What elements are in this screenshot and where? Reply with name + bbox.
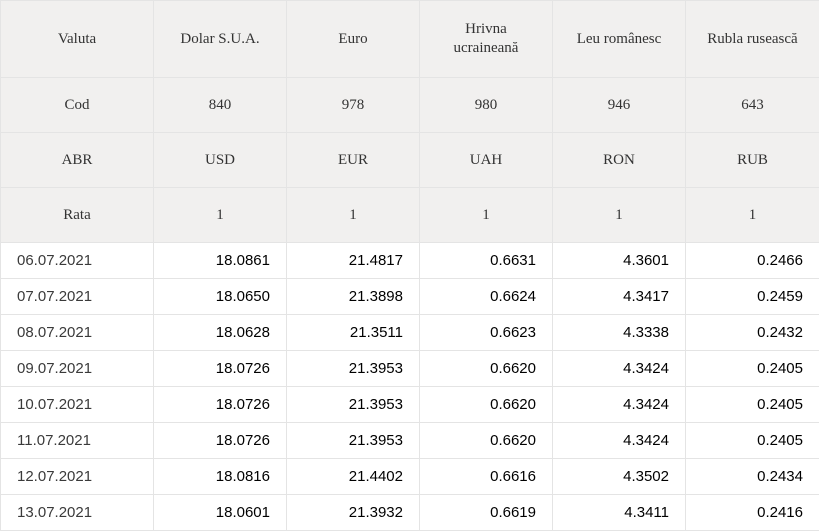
currency-name-usd: Dolar S.U.A. [154, 1, 287, 78]
rate-rub: 0.2434 [686, 459, 819, 495]
row-date: 11.07.2021 [1, 423, 154, 459]
rate-usd: 18.0726 [154, 387, 287, 423]
header-row-rate-units: Rata 1 1 1 1 1 [1, 188, 819, 243]
table-row: 07.07.2021 18.0650 21.3898 0.6624 4.3417… [1, 279, 819, 315]
rate-uah: 0.6619 [420, 495, 553, 531]
currency-abr-rub: RUB [686, 133, 819, 188]
table-row: 13.07.2021 18.0601 21.3932 0.6619 4.3411… [1, 495, 819, 531]
currency-code-usd: 840 [154, 78, 287, 133]
rate-rub: 0.2466 [686, 243, 819, 279]
exchange-rates-table: Valuta Dolar S.U.A. Euro Hrivna ucrainea… [0, 0, 819, 531]
row-date: 10.07.2021 [1, 387, 154, 423]
header-label-abr: ABR [1, 133, 154, 188]
rate-ron: 4.3338 [553, 315, 686, 351]
currency-name-rub: Rubla rusească [686, 1, 819, 78]
currency-name-ron: Leu românesc [553, 1, 686, 78]
rate-unit-rub: 1 [686, 188, 819, 243]
rate-usd: 18.0726 [154, 423, 287, 459]
rate-uah: 0.6616 [420, 459, 553, 495]
currency-abr-usd: USD [154, 133, 287, 188]
currency-code-uah: 980 [420, 78, 553, 133]
currency-code-ron: 946 [553, 78, 686, 133]
rate-ron: 4.3424 [553, 387, 686, 423]
rate-eur: 21.3953 [287, 423, 420, 459]
rate-ron: 4.3502 [553, 459, 686, 495]
rate-eur: 21.3953 [287, 387, 420, 423]
rate-rub: 0.2432 [686, 315, 819, 351]
header-row-codes: Cod 840 978 980 946 643 [1, 78, 819, 133]
rate-rub: 0.2405 [686, 423, 819, 459]
row-date: 13.07.2021 [1, 495, 154, 531]
rate-ron: 4.3424 [553, 423, 686, 459]
row-date: 08.07.2021 [1, 315, 154, 351]
table-row: 11.07.2021 18.0726 21.3953 0.6620 4.3424… [1, 423, 819, 459]
row-date: 09.07.2021 [1, 351, 154, 387]
rate-eur: 21.3898 [287, 279, 420, 315]
table-row: 10.07.2021 18.0726 21.3953 0.6620 4.3424… [1, 387, 819, 423]
currency-abr-uah: UAH [420, 133, 553, 188]
rate-usd: 18.0861 [154, 243, 287, 279]
currency-code-eur: 978 [287, 78, 420, 133]
rate-unit-uah: 1 [420, 188, 553, 243]
rate-eur: 21.3953 [287, 351, 420, 387]
header-row-abbreviations: ABR USD EUR UAH RON RUB [1, 133, 819, 188]
rate-eur: 21.4402 [287, 459, 420, 495]
rate-uah: 0.6620 [420, 387, 553, 423]
table-row: 12.07.2021 18.0816 21.4402 0.6616 4.3502… [1, 459, 819, 495]
rate-eur: 21.4817 [287, 243, 420, 279]
rate-eur: 21.3511 [287, 315, 420, 351]
currency-code-rub: 643 [686, 78, 819, 133]
rate-rub: 0.2405 [686, 351, 819, 387]
currency-name-eur: Euro [287, 1, 420, 78]
rate-rub: 0.2405 [686, 387, 819, 423]
rate-ron: 4.3601 [553, 243, 686, 279]
header-label-valuta: Valuta [1, 1, 154, 78]
rate-usd: 18.0726 [154, 351, 287, 387]
table-row: 06.07.2021 18.0861 21.4817 0.6631 4.3601… [1, 243, 819, 279]
rate-usd: 18.0628 [154, 315, 287, 351]
rate-usd: 18.0816 [154, 459, 287, 495]
rate-uah: 0.6620 [420, 423, 553, 459]
currency-abr-ron: RON [553, 133, 686, 188]
currency-abr-eur: EUR [287, 133, 420, 188]
header-label-cod: Cod [1, 78, 154, 133]
rate-unit-eur: 1 [287, 188, 420, 243]
rate-ron: 4.3411 [553, 495, 686, 531]
rate-rub: 0.2416 [686, 495, 819, 531]
table-row: 09.07.2021 18.0726 21.3953 0.6620 4.3424… [1, 351, 819, 387]
header-row-currency-names: Valuta Dolar S.U.A. Euro Hrivna ucrainea… [1, 1, 819, 78]
rate-unit-usd: 1 [154, 188, 287, 243]
rate-uah: 0.6620 [420, 351, 553, 387]
row-date: 12.07.2021 [1, 459, 154, 495]
rate-ron: 4.3417 [553, 279, 686, 315]
rate-ron: 4.3424 [553, 351, 686, 387]
rate-unit-ron: 1 [553, 188, 686, 243]
rate-eur: 21.3932 [287, 495, 420, 531]
header-label-rata: Rata [1, 188, 154, 243]
rate-uah: 0.6624 [420, 279, 553, 315]
rate-usd: 18.0650 [154, 279, 287, 315]
rate-uah: 0.6631 [420, 243, 553, 279]
row-date: 07.07.2021 [1, 279, 154, 315]
rate-uah: 0.6623 [420, 315, 553, 351]
table-row: 08.07.2021 18.0628 21.3511 0.6623 4.3338… [1, 315, 819, 351]
rate-rub: 0.2459 [686, 279, 819, 315]
row-date: 06.07.2021 [1, 243, 154, 279]
rate-usd: 18.0601 [154, 495, 287, 531]
currency-name-uah: Hrivna ucraineană [420, 1, 553, 78]
